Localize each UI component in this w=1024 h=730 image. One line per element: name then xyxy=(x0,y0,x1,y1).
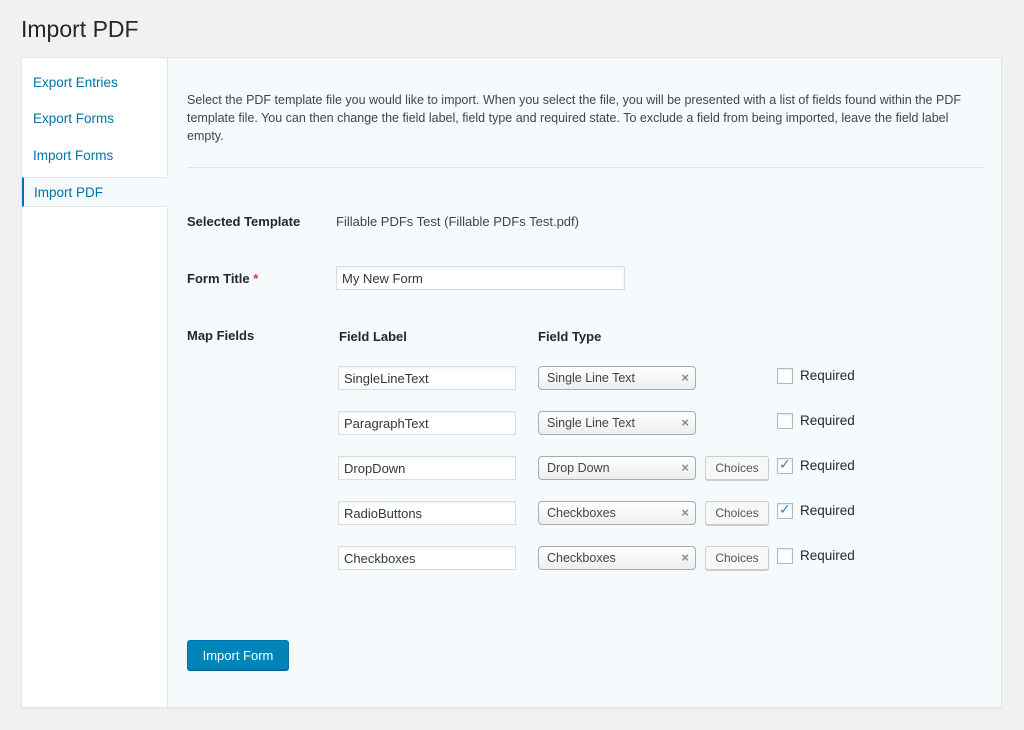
map-fields-label: Map Fields xyxy=(187,328,255,343)
form-title-input[interactable] xyxy=(336,266,625,290)
field-type-select[interactable]: Checkboxes × xyxy=(538,501,696,525)
choices-button[interactable]: Choices xyxy=(705,546,769,570)
sidebar-nav: Export Entries Export Forms Import Forms… xyxy=(22,58,168,707)
clear-icon[interactable]: × xyxy=(681,457,689,479)
page-title: Import PDF xyxy=(21,16,139,42)
field-type-select[interactable]: Single Line Text × xyxy=(538,366,696,390)
field-type-value: Checkboxes xyxy=(547,506,616,520)
field-type-value: Checkboxes xyxy=(547,551,616,565)
required-checkbox[interactable] xyxy=(777,413,793,429)
field-type-select[interactable]: Single Line Text × xyxy=(538,411,696,435)
field-type-select[interactable]: Checkboxes × xyxy=(538,546,696,570)
clear-icon[interactable]: × xyxy=(681,502,689,524)
required-label: Required xyxy=(800,503,855,518)
choices-button[interactable]: Choices xyxy=(705,456,769,480)
import-form-button[interactable]: Import Form xyxy=(187,640,289,670)
field-type-select[interactable]: Drop Down × xyxy=(538,456,696,480)
form-title-label: Form Title * xyxy=(187,271,258,286)
sidebar-item-import-pdf[interactable]: Import PDF xyxy=(22,177,168,207)
field-label-input[interactable] xyxy=(338,546,516,570)
choices-button[interactable]: Choices xyxy=(705,501,769,525)
required-checkbox[interactable] xyxy=(777,368,793,384)
checkmark-icon: ✓ xyxy=(779,501,791,517)
field-label-input[interactable] xyxy=(338,366,516,390)
field-label-input[interactable] xyxy=(338,411,516,435)
content-area: Select the PDF template file you would l… xyxy=(168,58,1001,707)
field-type-value: Single Line Text xyxy=(547,371,636,385)
field-type-value: Drop Down xyxy=(547,461,610,475)
required-checkbox[interactable]: ✓ xyxy=(777,456,793,474)
required-label: Required xyxy=(800,458,855,473)
field-label-input[interactable] xyxy=(338,456,516,480)
required-checkbox[interactable]: ✓ xyxy=(777,501,793,519)
selected-template-value: Fillable PDFs Test (Fillable PDFs Test.p… xyxy=(336,214,579,229)
import-panel: Export Entries Export Forms Import Forms… xyxy=(21,57,1002,708)
field-label-input[interactable] xyxy=(338,501,516,525)
field-label-column-header: Field Label xyxy=(339,329,407,344)
sidebar-item-export-forms[interactable]: Export Forms xyxy=(22,104,168,134)
selected-template-label: Selected Template xyxy=(187,214,301,229)
divider xyxy=(187,167,984,168)
sidebar-item-import-forms[interactable]: Import Forms xyxy=(22,141,168,171)
clear-icon[interactable]: × xyxy=(681,367,689,389)
clear-icon[interactable]: × xyxy=(681,547,689,569)
required-checkbox[interactable] xyxy=(777,548,793,564)
field-type-value: Single Line Text xyxy=(547,416,636,430)
required-label: Required xyxy=(800,368,855,383)
form-title-label-text: Form Title xyxy=(187,271,250,286)
required-label: Required xyxy=(800,413,855,428)
checkmark-icon: ✓ xyxy=(779,456,791,472)
sidebar-item-export-entries[interactable]: Export Entries xyxy=(22,68,168,98)
required-star: * xyxy=(253,271,259,286)
required-label: Required xyxy=(800,548,855,563)
clear-icon[interactable]: × xyxy=(681,412,689,434)
intro-text: Select the PDF template file you would l… xyxy=(187,93,961,143)
field-type-column-header: Field Type xyxy=(538,329,602,344)
